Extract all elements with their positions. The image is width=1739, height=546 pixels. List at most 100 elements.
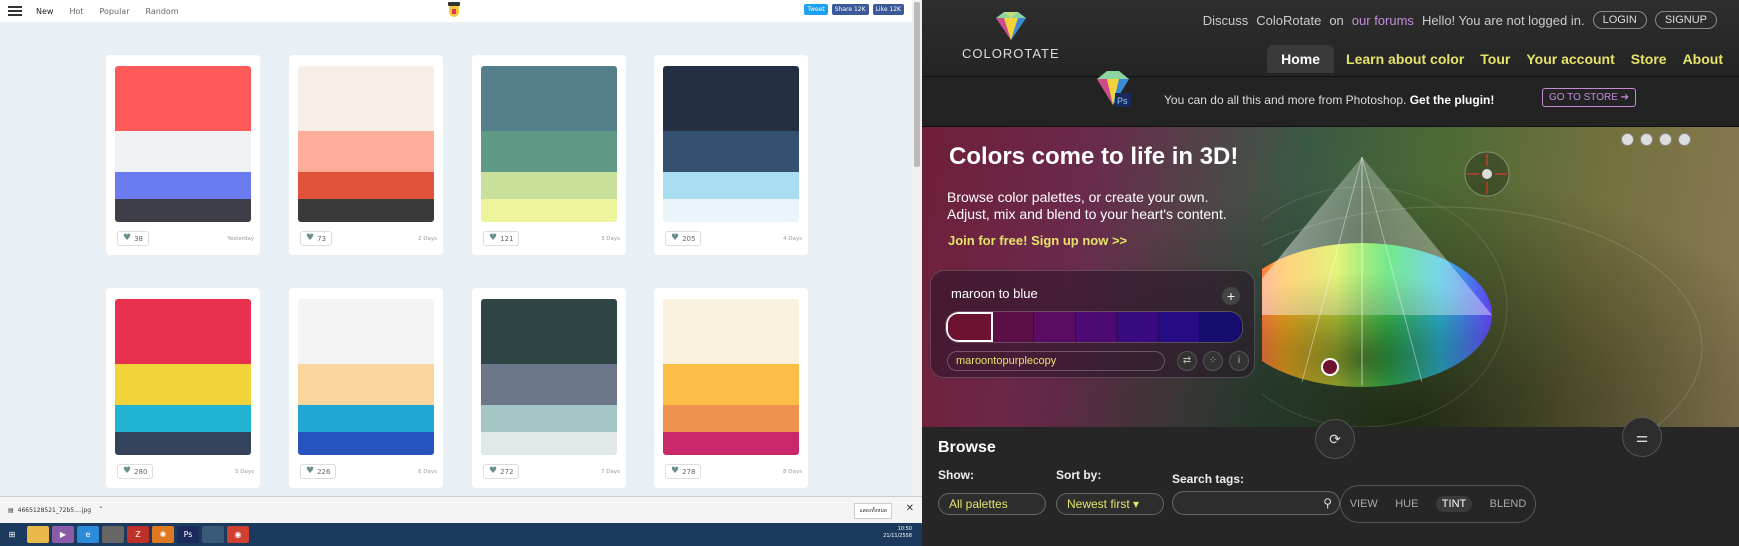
palette-tag-field[interactable]: maroontopurplecopy	[947, 351, 1165, 371]
app-icon-2[interactable]	[202, 526, 224, 543]
signup-button[interactable]: SIGNUP	[1654, 11, 1717, 29]
palette-color-slot[interactable]	[1200, 312, 1242, 342]
color-swatch[interactable]	[115, 131, 251, 172]
palette-card[interactable]: ♥ 38 Yesterday	[106, 55, 260, 255]
like-button[interactable]: ♥ 121	[483, 231, 520, 246]
palette-color-slot[interactable]	[1034, 312, 1076, 342]
color-swatch[interactable]	[115, 432, 251, 455]
color-swatch[interactable]	[115, 405, 251, 432]
scrollbar-thumb[interactable]	[914, 2, 920, 167]
color-swatch[interactable]	[663, 405, 799, 432]
site-logo-icon[interactable]	[445, 0, 463, 21]
color-swatch[interactable]	[481, 199, 617, 222]
nav-home[interactable]: Home	[1267, 45, 1335, 73]
color-swatch[interactable]	[298, 199, 434, 222]
app-icon[interactable]	[102, 526, 124, 543]
start-button-icon[interactable]: ⊞	[0, 526, 24, 543]
media-player-icon[interactable]: ▶	[52, 526, 74, 543]
palette-swatches[interactable]	[298, 66, 434, 222]
nav-account[interactable]: Your account	[1526, 51, 1614, 67]
nav-store[interactable]: Store	[1631, 51, 1667, 67]
palette-color-slot[interactable]	[992, 312, 1035, 342]
mode-hue[interactable]: HUE	[1395, 498, 1418, 510]
join-link[interactable]: Join for free! Sign up now >>	[948, 233, 1127, 248]
nav-new[interactable]: New	[36, 7, 53, 16]
nav-tour[interactable]: Tour	[1480, 51, 1510, 67]
color-swatch[interactable]	[481, 172, 617, 199]
color-swatch[interactable]	[481, 405, 617, 432]
color-swatch[interactable]	[481, 66, 617, 131]
photoshop-icon[interactable]: Ps	[177, 526, 199, 543]
color-swatch[interactable]	[663, 172, 799, 199]
download-item[interactable]: ▤ 4665128521_72b5....jpg ˄	[8, 506, 103, 514]
palette-card[interactable]: ♥ 278 8 Days	[654, 288, 808, 488]
color-swatch[interactable]	[298, 432, 434, 455]
scrollbar[interactable]	[912, 0, 922, 496]
add-palette-icon[interactable]: +	[1222, 287, 1240, 305]
go-to-store-button[interactable]: GO TO STORE ➔	[1542, 88, 1637, 107]
color-swatch[interactable]	[115, 66, 251, 131]
show-all-downloads-button[interactable]: แสดงทั้งหมด	[854, 503, 892, 519]
forums-link[interactable]: our forums	[1352, 13, 1414, 28]
file-explorer-icon[interactable]	[27, 526, 49, 543]
shuffle-icon[interactable]: ⇄	[1177, 351, 1197, 371]
nav-random[interactable]: Random	[146, 7, 179, 16]
color-cone-3d[interactable]	[1262, 127, 1739, 427]
adjust-icon[interactable]: ⚌	[1622, 417, 1662, 457]
palette-color-slot[interactable]	[1117, 312, 1159, 342]
internet-explorer-icon[interactable]: e	[77, 526, 99, 543]
mode-tint[interactable]: TINT	[1435, 496, 1473, 512]
like-button[interactable]: ♥ 205	[665, 231, 702, 246]
color-swatch[interactable]	[481, 432, 617, 455]
palette-card[interactable]: ♥ 121 3 Days	[472, 55, 626, 255]
color-swatch[interactable]	[298, 299, 434, 364]
palette-color-slot[interactable]	[1075, 312, 1118, 342]
search-tags-input[interactable]: ⚲	[1172, 491, 1340, 515]
color-swatch[interactable]	[481, 299, 617, 364]
nav-learn[interactable]: Learn about color	[1346, 51, 1464, 67]
light-view-icon[interactable]	[1621, 133, 1634, 146]
half-view-icon[interactable]	[1640, 133, 1653, 146]
colorotate-logo[interactable]: COLOROTATE	[962, 10, 1060, 61]
mode-view[interactable]: VIEW	[1350, 498, 1378, 510]
filezilla-icon[interactable]: Z	[127, 526, 149, 543]
mode-blend[interactable]: BLEND	[1490, 498, 1527, 510]
palette-card[interactable]: ♥ 205 4 Days	[654, 55, 808, 255]
nav-popular[interactable]: Popular	[100, 7, 130, 16]
color-swatch[interactable]	[663, 66, 799, 131]
nav-hot[interactable]: Hot	[69, 7, 83, 16]
xampp-icon[interactable]: ✺	[152, 526, 174, 543]
info-icon[interactable]: i	[1229, 351, 1249, 371]
color-swatch[interactable]	[481, 364, 617, 405]
facebook-like-button[interactable]: Like 12K	[872, 4, 904, 15]
close-icon[interactable]: ✕	[906, 503, 914, 514]
color-swatch[interactable]	[481, 131, 617, 172]
color-swatch[interactable]	[115, 172, 251, 199]
dark-view-icon[interactable]	[1678, 133, 1691, 146]
color-swatch[interactable]	[663, 131, 799, 172]
color-swatch[interactable]	[115, 364, 251, 405]
palette-swatches[interactable]	[663, 299, 799, 455]
chevron-up-icon[interactable]: ˄	[99, 506, 103, 514]
nav-about[interactable]: About	[1683, 51, 1723, 67]
color-swatch[interactable]	[663, 364, 799, 405]
like-button[interactable]: ♥ 280	[117, 464, 154, 479]
tweet-button[interactable]: Tweet	[804, 4, 828, 15]
color-swatch[interactable]	[115, 299, 251, 364]
palette-swatches[interactable]	[115, 66, 251, 222]
like-button[interactable]: ♥ 278	[665, 464, 702, 479]
color-swatch[interactable]	[298, 405, 434, 432]
color-swatch[interactable]	[663, 299, 799, 364]
color-swatch[interactable]	[663, 432, 799, 455]
palette-swatches[interactable]	[481, 66, 617, 222]
like-button[interactable]: ♥ 38	[117, 231, 149, 246]
grid-icon[interactable]: ⁘	[1203, 351, 1223, 371]
palette-card[interactable]: ♥ 226 6 Days	[289, 288, 443, 488]
wheel-view-icon[interactable]	[1659, 133, 1672, 146]
palette-card[interactable]: ♥ 73 2 Days	[289, 55, 443, 255]
palette-color-slot[interactable]	[946, 312, 993, 342]
like-button[interactable]: ♥ 226	[300, 464, 337, 479]
palette-swatches[interactable]	[298, 299, 434, 455]
palette-color-slot[interactable]	[1158, 312, 1201, 342]
palette-card[interactable]: ♥ 272 7 Days	[472, 288, 626, 488]
